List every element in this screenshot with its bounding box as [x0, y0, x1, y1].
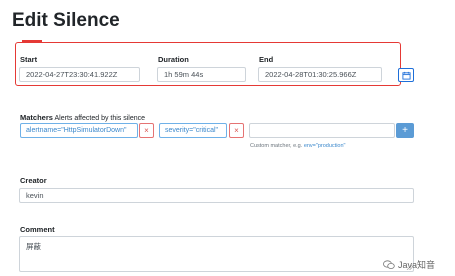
duration-label: Duration — [158, 55, 189, 64]
add-matcher-button[interactable]: + — [396, 123, 414, 138]
start-input[interactable]: 2022-04-27T23:30:41.922Z — [19, 67, 140, 82]
matchers-description: Alerts affected by this silence — [54, 115, 146, 122]
creator-label: Creator — [20, 176, 47, 185]
matchers-label: Matchers — [20, 113, 53, 122]
duration-input[interactable]: 1h 59m 44s — [157, 67, 246, 82]
matcher-chip[interactable]: severity="critical" — [159, 123, 227, 138]
remove-matcher-button[interactable]: × — [229, 123, 244, 138]
watermark-text: Java知音 — [397, 260, 435, 270]
end-label: End — [259, 55, 274, 64]
custom-matcher-input[interactable] — [249, 123, 395, 138]
wechat-icon — [383, 259, 395, 269]
end-input[interactable]: 2022-04-28T01:30:25.966Z — [258, 67, 382, 82]
creator-input[interactable]: kevin — [19, 188, 414, 203]
remove-matcher-button[interactable]: × — [139, 123, 154, 138]
matcher-hint: Custom matcher, e.g. env="production" — [250, 143, 345, 149]
comment-label: Comment — [20, 225, 55, 234]
hint-text: Custom matcher, e.g. — [250, 143, 303, 149]
highlight-accent — [22, 40, 42, 42]
matcher-chip[interactable]: alertname="HttpSimulatorDown" — [20, 123, 138, 138]
start-label: Start — [20, 55, 38, 64]
hint-example: env="production" — [303, 143, 346, 149]
calendar-button[interactable] — [398, 68, 414, 82]
watermark: Java知音 — [383, 258, 435, 271]
matchers-heading: Matchers Alerts affected by this silence — [20, 113, 145, 122]
page-title: Edit Silence — [12, 10, 120, 31]
comment-textarea[interactable]: 屏蔽 — [19, 236, 414, 272]
calendar-icon — [401, 71, 411, 80]
